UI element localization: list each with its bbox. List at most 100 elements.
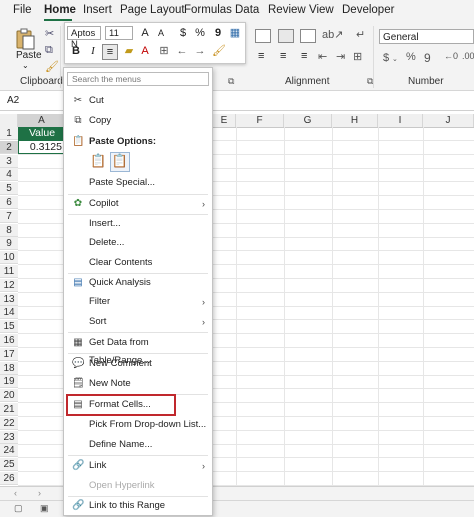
- align-center-icon[interactable]: ≡: [280, 50, 286, 62]
- row-header[interactable]: 12: [0, 278, 18, 292]
- comma-icon-mini[interactable]: 9: [211, 26, 225, 40]
- tab-page-layout[interactable]: Page Layout: [120, 4, 185, 16]
- comma-icon[interactable]: 9: [424, 51, 431, 65]
- borders-icon[interactable]: ⊞: [157, 44, 171, 58]
- paste-icon[interactable]: [14, 28, 36, 50]
- paste-button[interactable]: Paste: [16, 50, 42, 61]
- menu-item-paste-special[interactable]: Paste Special...: [64, 174, 212, 192]
- mini-font-size[interactable]: 11: [105, 26, 133, 40]
- tab-insert[interactable]: Insert: [83, 4, 112, 16]
- row-header[interactable]: 10: [0, 251, 18, 265]
- format-painter-mini-icon[interactable]: 🖌: [212, 44, 226, 58]
- percent-icon[interactable]: %: [406, 51, 416, 63]
- row-header[interactable]: 4: [0, 168, 18, 182]
- increase-decimal-mini-icon[interactable]: →: [193, 44, 207, 58]
- align-middle-icon[interactable]: [278, 29, 294, 43]
- copy-icon[interactable]: ⧉: [45, 44, 53, 57]
- currency-icon-mini[interactable]: $: [176, 26, 190, 40]
- column-header-h[interactable]: H: [332, 114, 378, 127]
- menu-item-new-note[interactable]: 🗒 New Note: [64, 375, 212, 393]
- increase-decimal-icon[interactable]: ←0: [444, 51, 458, 61]
- decrease-font-icon[interactable]: A: [154, 26, 168, 40]
- row-header[interactable]: 5: [0, 182, 18, 196]
- row-header[interactable]: 24: [0, 444, 18, 458]
- cell-a1[interactable]: Value: [18, 127, 66, 140]
- menu-item-quick-analysis[interactable]: ▤ Quick Analysis: [64, 274, 212, 292]
- row-header[interactable]: 2: [0, 140, 18, 154]
- menu-item-delete[interactable]: Delete...: [64, 234, 212, 252]
- row-header[interactable]: 6: [0, 196, 18, 209]
- cut-icon[interactable]: ✂: [45, 27, 54, 40]
- row-header[interactable]: 14: [0, 306, 18, 320]
- number-format-dropdown[interactable]: General: [379, 29, 474, 44]
- row-header[interactable]: 21: [0, 403, 18, 416]
- font-color-icon[interactable]: A: [138, 44, 152, 58]
- row-header[interactable]: 20: [0, 389, 18, 403]
- currency-icon[interactable]: $: [383, 52, 389, 64]
- menu-item-sort[interactable]: Sort ›: [64, 313, 212, 331]
- tab-view[interactable]: View: [309, 4, 334, 16]
- align-right-icon[interactable]: ≡: [301, 50, 307, 62]
- currency-dropdown-icon[interactable]: ⌄: [392, 55, 398, 63]
- menu-item-copy[interactable]: ⧉ Copy: [64, 112, 212, 130]
- format-table-icon[interactable]: ▦: [228, 26, 242, 40]
- tab-file[interactable]: File: [13, 4, 32, 16]
- column-header-a[interactable]: A: [18, 114, 66, 127]
- tab-review[interactable]: Review: [268, 4, 306, 16]
- cell-a2[interactable]: 0.3125: [18, 140, 66, 154]
- scroll-left-icon[interactable]: ‹: [14, 488, 17, 498]
- row-header[interactable]: 17: [0, 347, 18, 361]
- row-header[interactable]: 13: [0, 292, 18, 306]
- decrease-decimal-mini-icon[interactable]: ←: [175, 44, 189, 58]
- increase-font-icon[interactable]: A: [138, 26, 152, 40]
- row-header[interactable]: 16: [0, 334, 18, 347]
- name-box[interactable]: A2: [7, 95, 19, 106]
- fill-color-icon[interactable]: ▰: [122, 44, 136, 58]
- menu-item-define-name[interactable]: Define Name...: [64, 436, 212, 454]
- align-left-icon[interactable]: ≡: [258, 50, 264, 62]
- menu-item-get-data[interactable]: ▦ Get Data from Table/Range...: [64, 334, 212, 366]
- orientation-icon[interactable]: ab↗: [322, 28, 343, 41]
- decrease-decimal-icon[interactable]: .00: [462, 51, 474, 61]
- tab-home[interactable]: Home: [44, 4, 76, 16]
- row-header[interactable]: 15: [0, 320, 18, 334]
- menu-item-cut[interactable]: ✂ Cut: [64, 92, 212, 110]
- column-header-e[interactable]: E: [213, 114, 236, 127]
- italic-icon[interactable]: I: [86, 44, 100, 58]
- paste-dropdown-icon[interactable]: ⌄: [22, 61, 29, 70]
- row-header[interactable]: 25: [0, 458, 18, 472]
- format-painter-icon[interactable]: 🖌: [45, 60, 59, 73]
- row-header[interactable]: 11: [0, 265, 18, 278]
- menu-item-insert[interactable]: Insert...: [64, 215, 212, 233]
- macro-record-icon[interactable]: ▣: [40, 503, 49, 514]
- column-header-f[interactable]: F: [236, 114, 284, 127]
- menu-item-copilot[interactable]: ✿ Copilot ›: [64, 195, 212, 213]
- tab-formulas[interactable]: Formulas: [184, 4, 232, 16]
- menu-item-link-range[interactable]: 🔗 Link to this Range: [64, 497, 212, 515]
- scroll-right-icon[interactable]: ›: [38, 488, 41, 498]
- row-header[interactable]: 1: [0, 127, 18, 140]
- align-top-icon[interactable]: [255, 29, 271, 43]
- row-header[interactable]: 9: [0, 237, 18, 251]
- mini-font-name[interactable]: Aptos N: [67, 26, 101, 50]
- row-header[interactable]: 8: [0, 223, 18, 237]
- row-header[interactable]: 18: [0, 361, 18, 375]
- menu-item-clear-contents[interactable]: Clear Contents: [64, 254, 212, 272]
- menu-item-link[interactable]: 🔗 Link ›: [64, 457, 212, 475]
- paste-option-icon[interactable]: 📋: [90, 153, 106, 169]
- row-header[interactable]: 23: [0, 430, 18, 444]
- column-header-i[interactable]: I: [378, 114, 423, 127]
- menu-item-new-comment[interactable]: 💬 New Comment: [64, 355, 212, 373]
- center-align-icon[interactable]: ≡: [102, 44, 118, 60]
- paste-values-icon[interactable]: 📋: [110, 152, 130, 172]
- wrap-text-icon[interactable]: ↵: [356, 28, 365, 41]
- percent-icon-mini[interactable]: %: [193, 26, 207, 40]
- row-header[interactable]: 26: [0, 472, 18, 485]
- decrease-indent-icon[interactable]: ⇤: [318, 50, 327, 63]
- row-header[interactable]: 7: [0, 209, 18, 223]
- column-header-j[interactable]: J: [423, 114, 474, 127]
- row-header[interactable]: 22: [0, 416, 18, 430]
- tab-developer[interactable]: Developer: [342, 4, 394, 16]
- column-header-g[interactable]: G: [284, 114, 332, 127]
- menu-search-input[interactable]: Search the menus: [67, 72, 209, 86]
